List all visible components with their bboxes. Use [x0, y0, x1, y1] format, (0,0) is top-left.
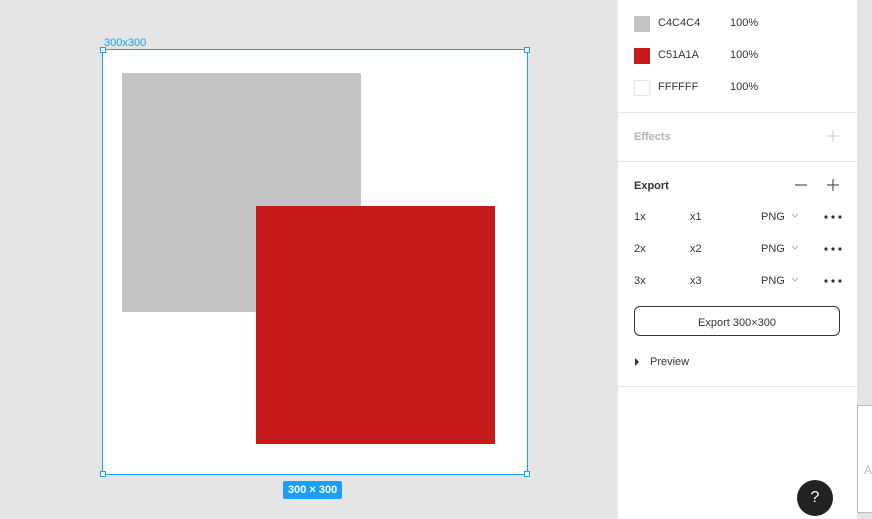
color-opacity[interactable]: 100% — [730, 17, 758, 29]
color-opacity[interactable]: 100% — [730, 81, 758, 93]
frame-300x300[interactable] — [100, 47, 530, 477]
more-options-button[interactable] — [824, 209, 842, 225]
ellipsis-icon — [824, 247, 842, 251]
effects-title: Effects — [634, 131, 671, 143]
export-suffix[interactable]: x3 — [690, 275, 702, 287]
help-button[interactable]: ? — [797, 480, 833, 516]
add-effect-button[interactable] — [825, 128, 841, 144]
frame-name-label[interactable]: 300x300 — [104, 37, 146, 49]
red-rectangle[interactable] — [256, 206, 495, 444]
export-format-select[interactable]: PNG — [761, 243, 785, 255]
color-hex[interactable]: C51A1A — [658, 49, 699, 61]
more-options-button[interactable] — [824, 241, 842, 257]
color-hex[interactable]: C4C4C4 — [658, 17, 700, 29]
frame-size-badge: 300 × 300 — [283, 481, 343, 499]
chevron-down-icon[interactable] — [791, 275, 799, 283]
canvas[interactable]: 300x300 300 × 300 — [0, 0, 617, 519]
export-setting-row: 1x x1 PNG — [634, 208, 844, 228]
export-scale[interactable]: 2x — [634, 243, 646, 255]
export-suffix[interactable]: x2 — [690, 243, 702, 255]
side-strip-panel — [857, 405, 872, 513]
export-setting-row: 2x x2 PNG — [634, 240, 844, 260]
section-divider — [618, 161, 858, 162]
remove-export-button[interactable] — [793, 177, 809, 193]
side-strip-char: A — [864, 463, 872, 477]
resize-handle-top-right[interactable] — [524, 47, 530, 53]
chevron-down-icon[interactable] — [791, 243, 799, 251]
add-export-button[interactable] — [825, 177, 841, 193]
export-suffix[interactable]: x1 — [690, 211, 702, 223]
section-divider — [618, 112, 858, 113]
selection-color-row[interactable]: C4C4C4 100% — [634, 14, 844, 34]
export-scale[interactable]: 3x — [634, 275, 646, 287]
color-opacity[interactable]: 100% — [730, 49, 758, 61]
ellipsis-icon — [824, 215, 842, 219]
properties-panel: C4C4C4 100% C51A1A 100% FFFFFF 100% Effe… — [617, 0, 858, 519]
export-title: Export — [634, 180, 669, 192]
ellipsis-icon — [824, 279, 842, 283]
preview-label: Preview — [650, 356, 690, 368]
export-setting-row: 3x x3 PNG — [634, 272, 844, 292]
section-divider — [618, 386, 858, 387]
selection-color-row[interactable]: FFFFFF 100% — [634, 78, 844, 98]
color-swatch[interactable] — [634, 16, 650, 32]
color-swatch[interactable] — [634, 80, 650, 96]
export-format-select[interactable]: PNG — [761, 275, 785, 287]
chevron-down-icon[interactable] — [791, 211, 799, 219]
more-options-button[interactable] — [824, 273, 842, 289]
caret-right-icon — [635, 358, 639, 366]
color-hex[interactable]: FFFFFF — [658, 81, 698, 93]
export-scale[interactable]: 1x — [634, 211, 646, 223]
resize-handle-bottom-right[interactable] — [524, 471, 530, 477]
export-button[interactable]: Export 300×300 — [634, 306, 840, 336]
plus-icon — [827, 130, 839, 142]
export-format-select[interactable]: PNG — [761, 211, 785, 223]
selection-color-row[interactable]: C51A1A 100% — [634, 46, 844, 66]
resize-handle-top-left[interactable] — [100, 47, 106, 53]
plus-icon — [827, 179, 839, 191]
minus-icon — [795, 184, 807, 186]
resize-handle-bottom-left[interactable] — [100, 471, 106, 477]
color-swatch[interactable] — [634, 48, 650, 64]
